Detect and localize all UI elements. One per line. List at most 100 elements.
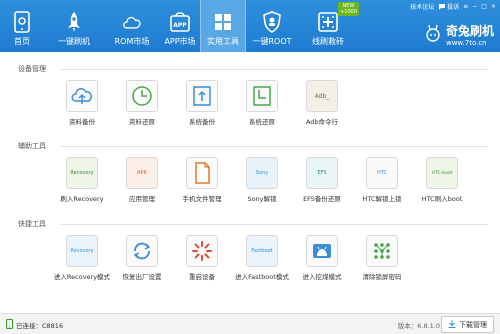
reboot-icon — [186, 235, 218, 267]
tool-data-backup-label: 资料备份 — [69, 118, 95, 126]
tool-system-restore-label: 系统还原 — [249, 118, 275, 126]
nav-rom-market[interactable]: ROM市场 — [104, 0, 160, 52]
tool-enter-recovery-mode[interactable]: Recovery 进入Recovery模式 — [52, 235, 112, 281]
efs-disk-icon: EFS — [306, 157, 338, 189]
tool-phone-file-manager[interactable]: 手机文件管理 — [172, 157, 232, 203]
nav-one-click-root[interactable]: 一键ROOT — [248, 0, 296, 52]
version-text: 版本：6.8.1.0 — [397, 322, 440, 330]
top-navigation-bar: 首页 一键刷机 ROM市场 APP APP市场 实用工具 一键ROOT 线刷救砖… — [0, 0, 500, 52]
rabbit-logo-icon — [424, 24, 442, 42]
tool-system-restore[interactable]: 系统还原 — [232, 80, 292, 126]
htc-boot-folder-icon: HTC-boot — [426, 157, 458, 189]
pattern-lock-icon — [366, 235, 398, 267]
tool-data-backup[interactable]: 资料备份 — [52, 80, 112, 126]
tool-enter-download-mode-label: 进入挖煤模式 — [302, 273, 342, 281]
tool-factory-reset[interactable]: 恢复出厂设置 — [112, 235, 172, 281]
rocket-icon — [63, 11, 85, 33]
forum-link[interactable]: 技术论坛 — [410, 2, 434, 11]
efs-box-text: EFS — [317, 170, 327, 176]
close-button[interactable]: × — [491, 3, 496, 10]
tool-app-management-label: 应用管理 — [129, 195, 155, 203]
cloud-upload-icon — [66, 80, 98, 112]
phone-connected-icon — [6, 319, 13, 331]
tool-enter-fastboot-mode[interactable]: Fastboot 进入Fastboot模式 — [232, 235, 292, 281]
cloud-icon — [121, 11, 143, 33]
apk-box-text: APK — [137, 170, 147, 176]
tool-data-restore-label: 资料还原 — [129, 118, 155, 126]
tool-adb-terminal[interactable]: Adb_ Adb命令行 — [292, 80, 352, 126]
recovery-mode-icon: Recovery — [66, 235, 98, 267]
tool-phone-file-manager-label: 手机文件管理 — [182, 195, 222, 203]
connection-status-text: 已连接：C8816 — [16, 322, 64, 330]
clock-restore-icon — [126, 80, 158, 112]
system-restore-icon — [246, 80, 278, 112]
tool-efs-backup-restore[interactable]: EFS EFS备份还原 — [292, 157, 352, 203]
htc-boot-box-text: HTC-boot — [431, 170, 453, 176]
download-manager-label: 下载管理 — [459, 320, 487, 329]
tool-sony-unlock[interactable]: Sony Sony解锁 — [232, 157, 292, 203]
fastboot-icon: Fastboot — [246, 235, 278, 267]
htc-box-text: HTC — [376, 170, 387, 176]
new-badge: NEW +1000 — [338, 2, 359, 16]
brand-url: www.7to.cn — [445, 39, 487, 47]
tool-enter-download-mode[interactable]: 进入挖煤模式 — [292, 235, 352, 281]
nav-home[interactable]: 首页 — [2, 0, 42, 52]
tool-system-backup[interactable]: 系统备份 — [172, 80, 232, 126]
file-icon — [186, 157, 218, 189]
tool-flash-recovery-label: 刷入Recovery — [60, 195, 104, 203]
adb-terminal-icon: Adb_ — [306, 80, 338, 112]
section-title-auxiliary-tools: 辅助工具 — [18, 142, 46, 150]
nav-home-label: 首页 — [14, 37, 30, 46]
tool-htc-lock-unlock[interactable]: HTC HTC解锁上锁 — [352, 157, 412, 203]
shield-icon — [261, 11, 283, 33]
tool-htc-flash-boot-label: HTC刷入boot — [421, 195, 463, 203]
svg-text:APP: APP — [173, 22, 187, 29]
new-badge-count: +1000 — [340, 9, 357, 15]
feedback-link[interactable]: 投诉 — [447, 2, 459, 11]
download-icon — [448, 319, 456, 330]
sony-folder-icon: Sony — [246, 157, 278, 189]
connection-status: 已连接：C8816 — [6, 319, 63, 331]
system-backup-icon — [186, 80, 218, 112]
sony-box-text: Sony — [255, 170, 269, 176]
section-title-quick-tools: 快捷工具 — [18, 220, 46, 228]
nav-utility-tools[interactable]: 实用工具 — [200, 0, 246, 52]
maximize-button[interactable]: □ — [481, 3, 487, 10]
tool-adb-terminal-label: Adb命令行 — [305, 118, 339, 126]
section-divider — [60, 224, 488, 225]
tool-htc-lock-unlock-label: HTC解锁上锁 — [362, 195, 402, 203]
tool-enter-recovery-mode-label: 进入Recovery模式 — [53, 273, 111, 281]
tool-app-management[interactable]: APK 应用管理 — [112, 157, 172, 203]
brand-block: 奇兔刷机 www.7to.cn — [426, 22, 494, 47]
window-controls: 技术论坛 投诉 ≡ − □ × — [410, 2, 496, 11]
minimize-button[interactable]: − — [472, 3, 477, 10]
nav-rom-market-label: ROM市场 — [114, 37, 150, 46]
status-bar: 已连接：C8816 版本：6.8.1.0 下载管理 — [0, 313, 500, 334]
factory-reset-icon — [126, 235, 158, 267]
tool-htc-flash-boot[interactable]: HTC-boot HTC刷入boot — [412, 157, 472, 203]
grid-icon — [212, 11, 234, 33]
app-bag-icon: APP — [169, 11, 191, 33]
nav-line-flash-unbrick-label: 线刷救砖 — [312, 37, 344, 46]
recovery-folder-icon: Recovery — [66, 157, 98, 189]
feedback-icon[interactable]: 投诉 — [438, 2, 459, 11]
phone-home-icon — [11, 11, 33, 33]
download-manager-button[interactable]: 下载管理 — [441, 316, 494, 333]
apk-folder-icon: APK — [126, 157, 158, 189]
tool-reboot-device[interactable]: 重启设备 — [172, 235, 232, 281]
menu-icon[interactable]: ≡ — [463, 3, 468, 10]
plus-grid-icon — [317, 11, 339, 33]
adb-box-text: Adb_ — [314, 92, 330, 100]
nav-one-click-flash[interactable]: 一键刷机 — [52, 0, 96, 52]
nav-one-click-flash-label: 一键刷机 — [58, 37, 90, 46]
tool-data-restore[interactable]: 资料还原 — [112, 80, 172, 126]
tool-enter-fastboot-mode-label: 进入Fastboot模式 — [235, 273, 289, 281]
nav-one-click-root-label: 一键ROOT — [252, 37, 292, 46]
nav-line-flash-unbrick[interactable]: 线刷救砖 NEW +1000 — [300, 0, 359, 52]
tool-efs-backup-restore-label: EFS备份还原 — [303, 195, 341, 203]
nav-app-market[interactable]: APP APP市场 — [160, 0, 200, 52]
tool-sony-unlock-label: Sony解锁 — [247, 195, 277, 203]
tool-flash-recovery[interactable]: Recovery 刷入Recovery — [52, 157, 112, 203]
section-title-device-management: 设备管理 — [18, 65, 46, 73]
tool-clear-lock-password[interactable]: 清除锁屏密码 — [352, 235, 412, 281]
